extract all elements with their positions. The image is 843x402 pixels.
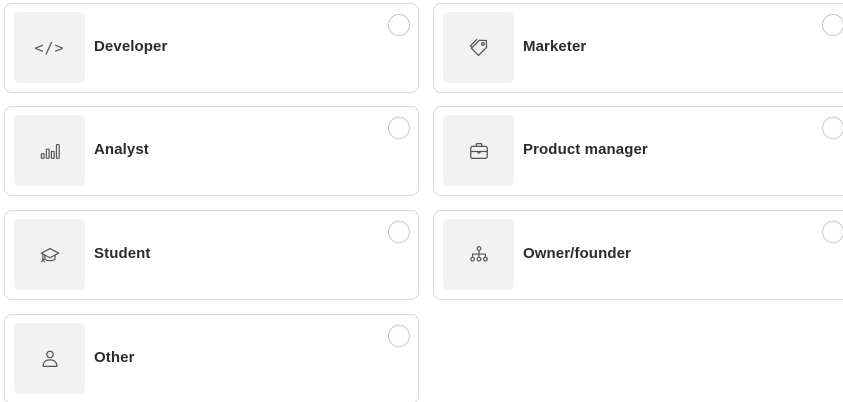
radio-product-manager[interactable] — [822, 117, 843, 139]
radio-analyst[interactable] — [388, 117, 410, 139]
code-icon: </> — [34, 38, 65, 57]
option-card-developer[interactable]: </> Developer — [4, 3, 419, 93]
icon-box — [443, 219, 514, 290]
option-card-product-manager[interactable]: Product manager — [433, 106, 843, 196]
option-card-marketer[interactable]: Marketer — [433, 3, 843, 93]
option-label-developer: Developer — [94, 38, 168, 55]
icon-box — [443, 115, 514, 186]
option-card-owner-founder[interactable]: Owner/founder — [433, 210, 843, 300]
radio-other[interactable] — [388, 325, 410, 347]
icon-box — [14, 219, 85, 290]
graduation-cap-icon — [40, 247, 59, 262]
option-card-student[interactable]: Student — [4, 210, 419, 300]
tag-icon — [469, 38, 487, 56]
radio-marketer[interactable] — [822, 14, 843, 36]
option-label-other: Other — [94, 349, 135, 366]
option-card-other[interactable]: Other — [4, 314, 419, 402]
radio-developer[interactable] — [388, 14, 410, 36]
option-card-analyst[interactable]: Analyst — [4, 106, 419, 196]
radio-student[interactable] — [388, 221, 410, 243]
icon-box — [14, 323, 85, 394]
option-label-product-manager: Product manager — [523, 141, 648, 158]
org-chart-icon — [469, 245, 488, 262]
option-label-owner-founder: Owner/founder — [523, 245, 631, 262]
icon-box — [443, 12, 514, 83]
radio-owner-founder[interactable] — [822, 221, 843, 243]
option-label-analyst: Analyst — [94, 141, 149, 158]
briefcase-icon — [469, 142, 488, 159]
bar-chart-icon — [40, 143, 60, 159]
user-icon — [41, 350, 58, 367]
option-label-student: Student — [94, 245, 151, 262]
option-label-marketer: Marketer — [523, 38, 587, 55]
icon-box — [14, 115, 85, 186]
icon-box: </> — [14, 12, 85, 83]
role-option-grid: </> Developer Marketer Analyst Product m… — [0, 0, 843, 402]
